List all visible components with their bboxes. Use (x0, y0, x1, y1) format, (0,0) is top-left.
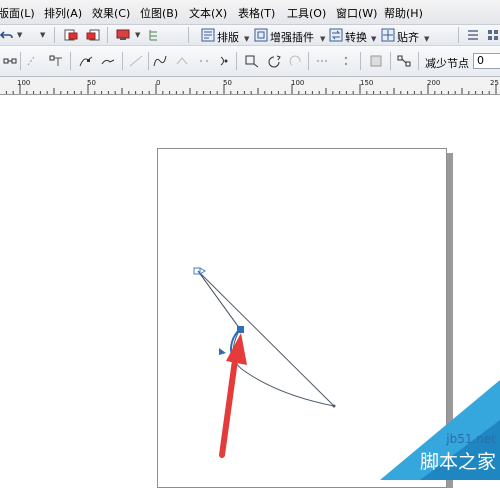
node-select-mode-icon[interactable] (2, 54, 18, 68)
stretch-nodes-icon[interactable] (314, 54, 330, 68)
separator (70, 52, 71, 70)
annotation-arrow-icon (219, 333, 247, 458)
selected-node (237, 326, 244, 333)
convert-dropdown-icon[interactable]: ▼ (371, 35, 376, 43)
separator (107, 27, 108, 43)
separator (20, 52, 21, 70)
break-curve-icon[interactable] (100, 54, 116, 68)
plugin-dropdown-icon[interactable]: ▼ (320, 35, 325, 43)
undo-icon[interactable] (0, 28, 14, 42)
drawing-canvas[interactable]: jb51.net 脚本之家 (0, 95, 500, 488)
separator (148, 52, 149, 70)
horizontal-ruler[interactable]: 100 50 0 50 100 150 200 25 (0, 77, 500, 95)
options-icon[interactable] (466, 28, 480, 42)
watermark-logo: jb51.net 脚本之家 (360, 380, 500, 480)
ruler-ticks (5, 84, 497, 94)
ruler-label: 100 (291, 79, 305, 87)
convert-icon (329, 28, 343, 42)
snap-icon (381, 28, 395, 42)
menu-window[interactable]: 窗口(W) (336, 5, 377, 21)
application-launcher-icon[interactable] (116, 28, 130, 42)
ruler-label: 100 (17, 79, 31, 87)
align-dropdown-icon[interactable]: ▼ (424, 35, 429, 43)
undo-dropdown-icon[interactable]: ▼ (17, 31, 22, 39)
watermark-name: 脚本之家 (419, 451, 496, 473)
ruler-label: 50 (223, 79, 232, 87)
separator (418, 52, 419, 70)
layout-button[interactable]: 排版 (217, 29, 239, 45)
ruler-label: 0 (156, 79, 161, 87)
to-line-icon[interactable] (128, 54, 144, 68)
standard-toolbar: ▼ ▼ ▼ 排版 ▼ 增强插件 ▼ 转换 ▼ 贴齐 ▼ (0, 25, 500, 46)
menu-text[interactable]: 文本(X) (189, 5, 227, 21)
import-icon[interactable] (64, 28, 78, 42)
ruler-label: 50 (87, 79, 96, 87)
to-curve-icon[interactable] (152, 54, 168, 68)
property-bar: 减少节点 (0, 46, 500, 77)
menu-arrange[interactable]: 排列(A) (44, 5, 82, 21)
convert-button[interactable]: 转换 (345, 29, 367, 45)
separator (458, 27, 459, 43)
layout-grid-icon[interactable] (486, 28, 500, 42)
curve-shape (197, 270, 336, 407)
plugin-icon (254, 28, 268, 42)
separator (54, 27, 55, 43)
menu-effects[interactable]: 效果(C) (92, 5, 130, 21)
menu-tools[interactable]: 工具(O) (287, 5, 326, 21)
menu-bitmaps[interactable]: 位图(B) (140, 5, 178, 21)
symmetrical-node-icon[interactable] (216, 54, 232, 68)
extract-subpath-icon[interactable] (288, 54, 304, 68)
rotate-nodes-icon[interactable] (338, 54, 354, 68)
align-button[interactable]: 贴齐 (397, 29, 419, 45)
align-nodes-icon[interactable] (368, 54, 384, 68)
end-node (332, 404, 336, 408)
ruler-label: 25 (490, 79, 499, 87)
separator (236, 52, 237, 70)
delete-node-icon[interactable] (48, 54, 64, 68)
smooth-node-icon[interactable] (196, 54, 212, 68)
extend-curve-icon[interactable] (266, 54, 282, 68)
reverse-direction-icon[interactable] (244, 54, 260, 68)
export-icon[interactable] (86, 28, 100, 42)
join-nodes-icon[interactable] (78, 54, 94, 68)
menu-layout[interactable]: 版面(L) (0, 5, 35, 21)
ruler-label: 150 (360, 79, 374, 87)
watermark-site: jb51.net (446, 432, 496, 446)
separator (390, 52, 391, 70)
cusp-node-icon[interactable] (174, 54, 190, 68)
layout-icon (201, 28, 215, 42)
curve-smoothness-input[interactable]: 0 (473, 53, 500, 69)
menu-help[interactable]: 帮助(H) (384, 5, 423, 21)
menu-bar: 版面(L) 排列(A) 效果(C) 位图(B) 文本(X) 表格(T) 工具(O… (0, 0, 500, 25)
select-all-nodes-icon[interactable] (396, 54, 412, 68)
separator (122, 52, 123, 70)
layout-dropdown-icon[interactable]: ▼ (244, 35, 249, 43)
launcher-dropdown-icon[interactable]: ▼ (135, 31, 140, 39)
start-node-icon (193, 267, 206, 275)
add-node-icon[interactable] (26, 54, 42, 68)
menu-table[interactable]: 表格(T) (238, 5, 275, 21)
separator (360, 52, 361, 70)
redo-dropdown-icon[interactable]: ▼ (40, 31, 45, 39)
welcome-screen-icon[interactable] (148, 28, 160, 42)
selected-segment (197, 270, 241, 330)
enhance-plugin-button[interactable]: 增强插件 (270, 29, 314, 45)
control-handle-arrow-icon (219, 348, 226, 355)
separator (308, 52, 309, 70)
ruler-label: 200 (427, 79, 441, 87)
reduce-nodes-button[interactable]: 减少节点 (425, 55, 469, 71)
separator (188, 27, 189, 43)
